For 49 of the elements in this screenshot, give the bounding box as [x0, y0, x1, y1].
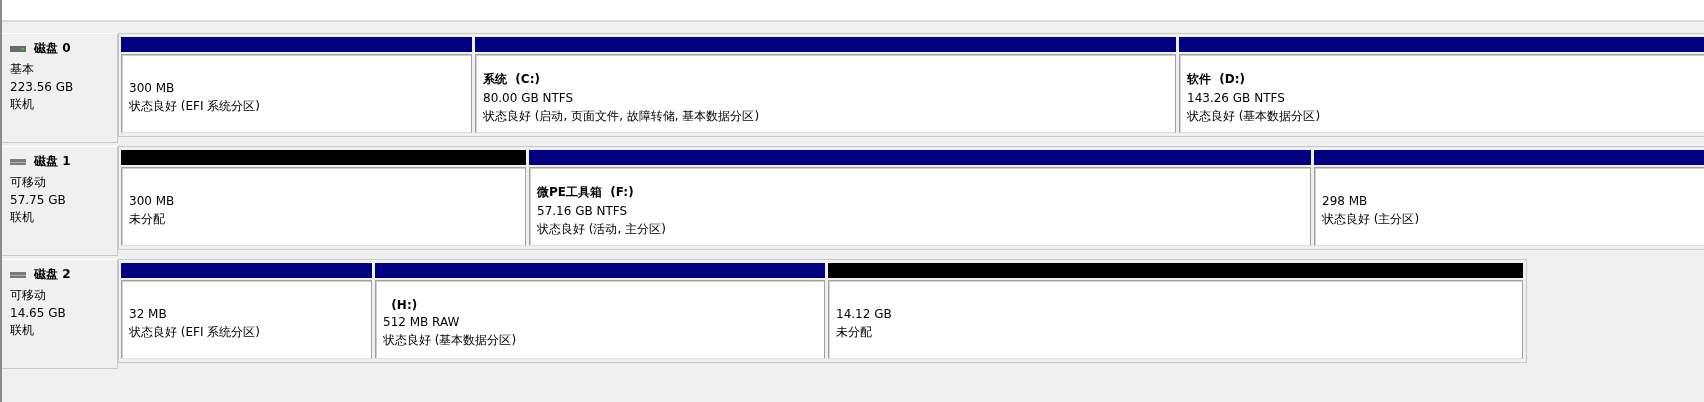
disk-name: 磁盘 1 [34, 153, 71, 170]
partition-status: 状态良好 (EFI 系统分区) [129, 323, 261, 341]
partition-size: 298 MB [1322, 193, 1369, 208]
partition-panel[interactable]: 32 MB 状态良好 (EFI 系统分区) [121, 280, 372, 359]
disk-type: 可移动 [10, 287, 47, 304]
disk-label-panel[interactable]: 磁盘 1 可移动 57.75 GB 联机 [2, 146, 118, 256]
partition-size: 300 MB [129, 193, 176, 208]
partition-size: 14.12 GB [836, 306, 893, 321]
partition-size: 512 MB RAW [383, 315, 461, 329]
partition-panel[interactable]: 298 MB 状态良好 (主分区) [1314, 167, 1704, 246]
partition-panel[interactable]: 系统 (C:) 80.00 GB NTFS 状态良好 (启动, 页面文件, 故障转储, 基本数据分区) [475, 54, 1176, 133]
partition-panel[interactable]: 300 MB 状态良好 (EFI 系统分区) [121, 54, 472, 133]
partition-size: 143.26 GB NTFS [1187, 90, 1286, 105]
disk-drive-icon [10, 270, 26, 279]
volume-label: (H:) [390, 298, 419, 312]
partition-size: 80.00 GB NTFS [483, 90, 575, 105]
partition-status: 状态良好 (EFI 系统分区) [129, 97, 261, 115]
disk-status: 联机 [10, 96, 35, 113]
partition-panel[interactable]: 微PE工具箱 (F:) 57.16 GB NTFS 状态良好 (活动, 主分区) [529, 167, 1311, 246]
disk-type: 基本 [10, 61, 35, 78]
partition-size: 57.16 GB NTFS [537, 203, 629, 218]
partition-status: 状态良好 (活动, 主分区) [537, 220, 667, 238]
partition-size: 32 MB [129, 306, 168, 321]
disk-size: 57.75 GB [10, 193, 67, 207]
volume-label: 软件 (D:) [1187, 70, 1247, 88]
partition-status: 状态良好 (主分区) [1322, 210, 1421, 228]
disk-status: 联机 [10, 209, 35, 226]
partition-panel[interactable]: 软件 (D:) 143.26 GB NTFS 状态良好 (基本数据分区) [1179, 54, 1704, 133]
partition-status: 未分配 [836, 323, 873, 341]
disk-label-panel[interactable]: 磁盘 2 可移动 14.65 GB 联机 [2, 259, 118, 369]
partition-panel[interactable]: 300 MB 未分配 [121, 167, 526, 246]
volume-label: 微PE工具箱 (F:) [537, 183, 635, 201]
disk-size: 14.65 GB [10, 306, 67, 320]
disk-name: 磁盘 0 [34, 40, 71, 57]
partition-status: 状态良好 (基本数据分区) [383, 332, 518, 349]
volume-label: 系统 (C:) [483, 70, 541, 88]
disk-name: 磁盘 2 [34, 266, 71, 283]
disk-label-panel[interactable]: 磁盘 0 基本 223.56 GB 联机 [2, 33, 118, 143]
partition-size: 300 MB [129, 80, 176, 95]
disk-type: 可移动 [10, 174, 47, 191]
disk-size: 223.56 GB [10, 80, 75, 94]
partition-panel[interactable]: 14.12 GB 未分配 [828, 280, 1523, 359]
disk-status: 联机 [10, 322, 35, 339]
partition-status: 未分配 [129, 210, 166, 228]
partition-status: 状态良好 (基本数据分区) [1187, 107, 1322, 125]
partition-status: 状态良好 (启动, 页面文件, 故障转储, 基本数据分区) [483, 107, 761, 125]
partition-panel[interactable]: (H:) 512 MB RAW 状态良好 (基本数据分区) [375, 280, 825, 359]
disk-drive-icon [10, 44, 26, 53]
disk-drive-icon [10, 157, 26, 166]
